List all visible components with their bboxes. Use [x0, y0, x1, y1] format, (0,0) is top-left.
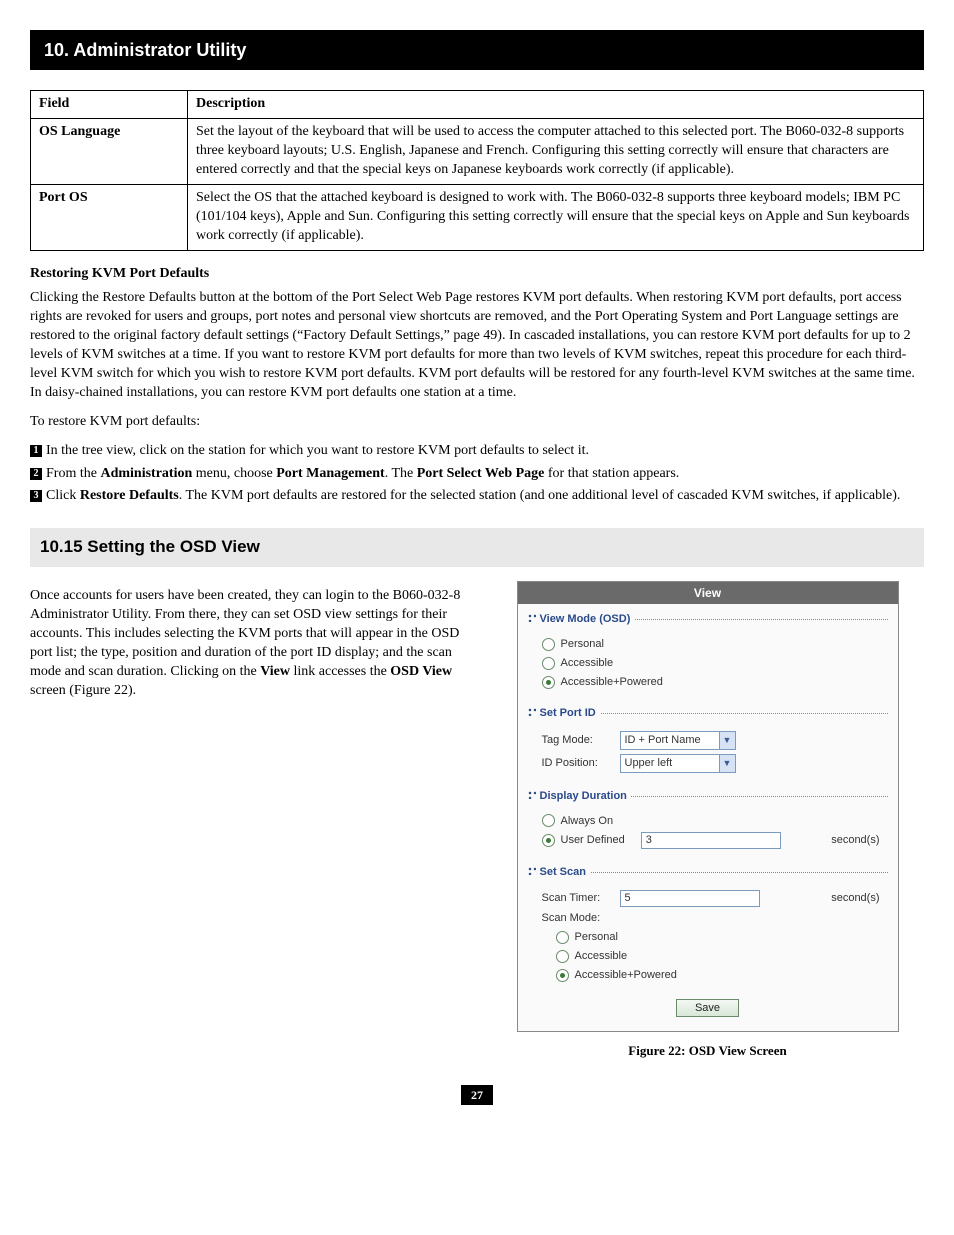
radio-icon[interactable]	[542, 834, 555, 847]
display-duration-group: Display Duration Always On User Defined …	[528, 789, 888, 856]
save-button[interactable]: Save	[676, 999, 739, 1017]
set-scan-group: Set Scan Scan Timer: 5 second(s) Scan Mo…	[528, 865, 888, 988]
field-desc: Set the layout of the keyboard that will…	[188, 119, 924, 185]
field-label: Tag Mode:	[542, 733, 612, 748]
table-row: Port OS Select the OS that the attached …	[31, 184, 924, 250]
chevron-down-icon: ▼	[719, 732, 735, 749]
radio-label: Personal	[575, 930, 618, 945]
field-desc: Select the OS that the attached keyboard…	[188, 184, 924, 250]
view-mode-group: View Mode (OSD) Personal Accessible Acce…	[528, 612, 888, 695]
group-legend: Set Scan	[528, 865, 590, 880]
duration-input[interactable]: 3	[641, 832, 781, 849]
osd-view-panel: View View Mode (OSD) Personal Accessible…	[517, 581, 899, 1031]
unit-label: second(s)	[831, 891, 887, 906]
field-label: Scan Timer:	[542, 891, 612, 906]
radio-icon[interactable]	[542, 638, 555, 651]
section-heading: 10.15 Setting the OSD View	[30, 528, 924, 567]
figure-caption: Figure 22: OSD View Screen	[628, 1042, 786, 1060]
panel-title: View	[518, 582, 898, 604]
id-position-select[interactable]: Upper left▼	[620, 754, 736, 773]
radio-label: Accessible+Powered	[575, 968, 677, 983]
set-port-id-group: Set Port ID Tag Mode: ID + Port Name▼ ID…	[528, 706, 888, 779]
chevron-down-icon: ▼	[719, 755, 735, 772]
radio-label: Personal	[561, 637, 604, 652]
field-name: OS Language	[39, 124, 120, 139]
col-header-description: Description	[188, 91, 924, 119]
field-name: Port OS	[39, 190, 88, 205]
restore-heading: Restoring KVM Port Defaults	[30, 265, 924, 284]
radio-icon[interactable]	[556, 931, 569, 944]
step-number-icon: 2	[30, 468, 42, 480]
field-description-table: Field Description OS Language Set the la…	[30, 90, 924, 250]
restore-lead: To restore KVM port defaults:	[30, 413, 924, 432]
radio-label: User Defined	[561, 833, 625, 848]
group-legend: View Mode (OSD)	[528, 612, 635, 627]
unit-label: second(s)	[831, 833, 887, 848]
radio-label: Accessible+Powered	[561, 675, 663, 690]
step-1: 1In the tree view, click on the station …	[30, 442, 924, 461]
chapter-heading: 10. Administrator Utility	[30, 30, 924, 70]
radio-label: Accessible	[561, 656, 614, 671]
step-3: 3Click Restore Defaults. The KVM port de…	[30, 487, 924, 506]
radio-label: Always On	[561, 814, 614, 829]
radio-icon[interactable]	[542, 676, 555, 689]
radio-icon[interactable]	[556, 969, 569, 982]
table-row: OS Language Set the layout of the keyboa…	[31, 119, 924, 185]
step-number-icon: 1	[30, 445, 42, 457]
scan-timer-input[interactable]: 5	[620, 890, 760, 907]
step-2: 2From the Administration menu, choose Po…	[30, 465, 924, 484]
field-label: ID Position:	[542, 756, 612, 771]
radio-icon[interactable]	[556, 950, 569, 963]
col-header-field: Field	[31, 91, 188, 119]
group-legend: Set Port ID	[528, 706, 600, 721]
radio-label: Accessible	[575, 949, 628, 964]
field-label: Scan Mode:	[542, 911, 612, 926]
radio-icon[interactable]	[542, 814, 555, 827]
page-number: 27	[461, 1085, 493, 1105]
restore-paragraph: Clicking the Restore Defaults button at …	[30, 289, 924, 402]
group-legend: Display Duration	[528, 789, 631, 804]
section-paragraph: Once accounts for users have been create…	[30, 587, 463, 700]
step-number-icon: 3	[30, 490, 42, 502]
radio-icon[interactable]	[542, 657, 555, 670]
tag-mode-select[interactable]: ID + Port Name▼	[620, 731, 736, 750]
